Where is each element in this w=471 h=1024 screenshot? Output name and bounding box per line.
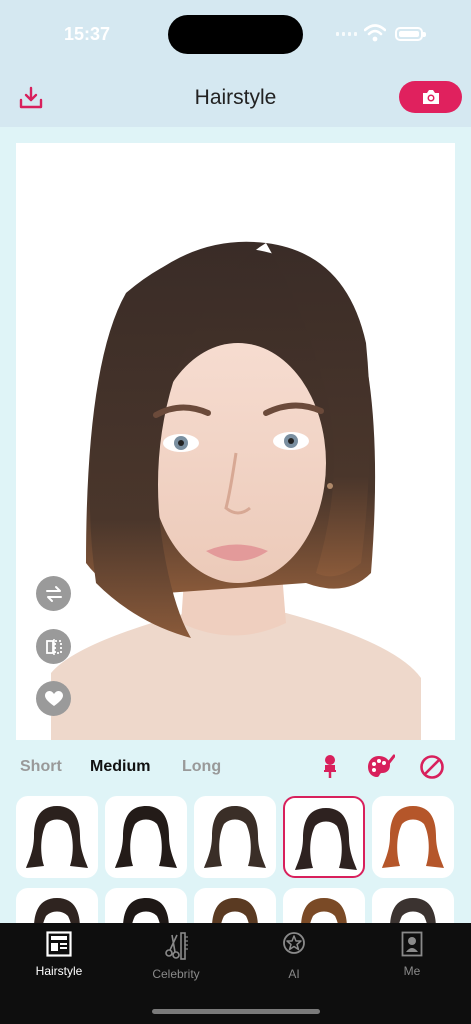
hairstyle-wig-image bbox=[382, 806, 444, 868]
hairstyle-thumbnail[interactable] bbox=[372, 796, 454, 878]
no-entry-icon bbox=[420, 755, 444, 779]
wifi-icon bbox=[364, 24, 386, 42]
hairstyle-thumbnail[interactable] bbox=[194, 796, 276, 878]
tab-hairstyle-label: Hairstyle bbox=[35, 964, 83, 978]
hairstyle-wig-image bbox=[115, 806, 177, 868]
tab-hairstyle[interactable]: Hairstyle bbox=[12, 923, 106, 993]
scissors-comb-icon bbox=[165, 932, 188, 960]
status-time: 15:37 bbox=[64, 24, 111, 44]
newspaper-icon bbox=[46, 931, 72, 957]
hairstyle-thumbnail[interactable] bbox=[16, 796, 98, 878]
palette-icon bbox=[368, 754, 395, 777]
tab-me-label: Me bbox=[403, 964, 421, 978]
hairstyle-thumbnail[interactable] bbox=[105, 796, 187, 878]
hairstyle-thumbnail[interactable] bbox=[283, 796, 365, 878]
swap-icon bbox=[45, 585, 62, 602]
hairstyle-wig-image bbox=[204, 806, 266, 868]
top-bar: 15:37 Hairstyle bbox=[0, 0, 471, 127]
tab-me[interactable]: Me bbox=[365, 923, 459, 993]
heart-icon bbox=[44, 690, 63, 706]
preview-canvas[interactable] bbox=[16, 143, 455, 740]
pin-button[interactable] bbox=[315, 752, 345, 782]
favorite-button[interactable] bbox=[36, 681, 71, 716]
star-badge-icon bbox=[283, 932, 305, 954]
category-short[interactable]: Short bbox=[20, 758, 62, 776]
home-indicator bbox=[152, 1009, 320, 1014]
dynamic-island bbox=[168, 15, 303, 54]
camera-button[interactable] bbox=[399, 81, 462, 113]
color-palette-button[interactable] bbox=[366, 752, 396, 782]
category-row: Short Medium Long bbox=[0, 752, 471, 782]
swap-button[interactable] bbox=[36, 576, 71, 611]
category-long[interactable]: Long bbox=[182, 758, 221, 776]
tab-celebrity-label: Celebrity bbox=[152, 967, 200, 981]
battery-icon bbox=[395, 27, 426, 41]
camera-icon bbox=[422, 90, 439, 104]
profile-card-icon bbox=[401, 931, 423, 957]
mirror-button[interactable] bbox=[36, 629, 71, 664]
tab-celebrity[interactable]: Celebrity bbox=[129, 923, 223, 993]
hairstyle-preview-image bbox=[51, 241, 421, 740]
signal-icon bbox=[336, 32, 357, 36]
clear-style-button[interactable] bbox=[417, 752, 447, 782]
hairstyle-wig-image bbox=[26, 806, 88, 868]
hairstyle-wig-image bbox=[295, 808, 357, 870]
category-medium[interactable]: Medium bbox=[90, 758, 150, 776]
tab-ai[interactable]: AI bbox=[247, 923, 341, 993]
pin-icon bbox=[324, 755, 336, 778]
mirror-icon bbox=[45, 638, 62, 655]
tab-ai-label: AI bbox=[288, 967, 300, 981]
